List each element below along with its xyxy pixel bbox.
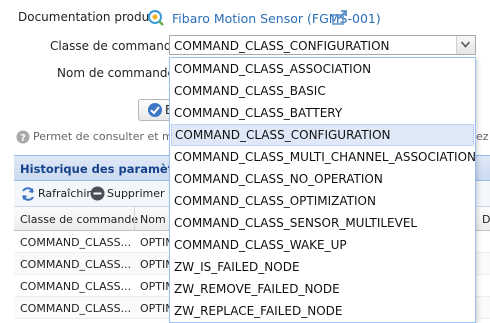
classe-de-commande-label: Classe de commande	[50, 39, 179, 53]
cell-classe: COMMAND_CLASS...	[20, 280, 132, 293]
dropdown-option-selected[interactable]: COMMAND_CLASS_CONFIGURATION	[171, 124, 474, 146]
help-text-tail: ez	[476, 130, 489, 143]
dropdown-option[interactable]: COMMAND_CLASS_NO_OPERATION	[171, 168, 474, 190]
dropdown-option[interactable]: COMMAND_CLASS_BASIC	[171, 80, 474, 102]
product-doc-link[interactable]: Fibaro Motion Sensor (FGMS-001)	[172, 11, 381, 26]
classe-de-commande-value: COMMAND_CLASS_CONFIGURATION	[174, 39, 390, 53]
column-header-do[interactable]: Do	[482, 213, 490, 226]
help-circle-icon	[148, 10, 164, 26]
minus-circle-icon	[90, 186, 105, 204]
help-text: Permet de consulter et modi	[33, 130, 190, 143]
refresh-button-label: Rafraîchir	[38, 187, 91, 200]
doc-label: Documentation produit	[18, 10, 158, 24]
refresh-icon	[20, 186, 36, 205]
dropdown-option[interactable]: ZW_IS_FAILED_NODE	[171, 256, 474, 278]
cell-classe: COMMAND_CLASS...	[20, 236, 132, 249]
dropdown-option[interactable]: COMMAND_CLASS_OPTIMIZATION	[171, 190, 474, 212]
dropdown-option[interactable]: COMMAND_CLASS_MULTI_CHANNEL_ASSOCIATION	[171, 146, 475, 168]
nom-de-commande-label: Nom de commande	[57, 66, 175, 80]
dropdown-option[interactable]: ZW_REMOVE_FAILED_NODE	[171, 278, 474, 300]
external-link-icon[interactable]	[332, 9, 348, 25]
cell-classe: COMMAND_CLASS...	[20, 258, 132, 271]
delete-button-label: Supprimer	[107, 187, 165, 200]
dropdown-option[interactable]: COMMAND_CLASS_ASSOCIATION	[171, 58, 474, 80]
dropdown-option[interactable]: COMMAND_CLASS_BATTERY	[171, 102, 474, 124]
column-separator	[134, 207, 135, 231]
chevron-down-icon[interactable]	[456, 36, 475, 54]
dropdown-option[interactable]: ZW_REPLACE_FAILED_NODE	[171, 300, 474, 322]
dropdown-option[interactable]: COMMAND_CLASS_SENSOR_MULTILEVEL	[171, 212, 474, 234]
cell-classe: COMMAND_CLASS...	[20, 302, 132, 315]
classe-de-commande-combo[interactable]: COMMAND_CLASS_CONFIGURATION	[169, 35, 476, 55]
column-header-classe[interactable]: Classe de commande	[20, 213, 138, 226]
historique-title: Historique des paramètres	[20, 162, 194, 176]
svg-text:?: ?	[20, 133, 26, 144]
check-circle-icon	[147, 102, 163, 121]
dropdown-option[interactable]: COMMAND_CLASS_WAKE_UP	[171, 234, 474, 256]
classe-de-commande-dropdown: COMMAND_CLASS_ASSOCIATION COMMAND_CLASS_…	[169, 57, 476, 323]
question-circle-icon: ?	[16, 130, 30, 144]
